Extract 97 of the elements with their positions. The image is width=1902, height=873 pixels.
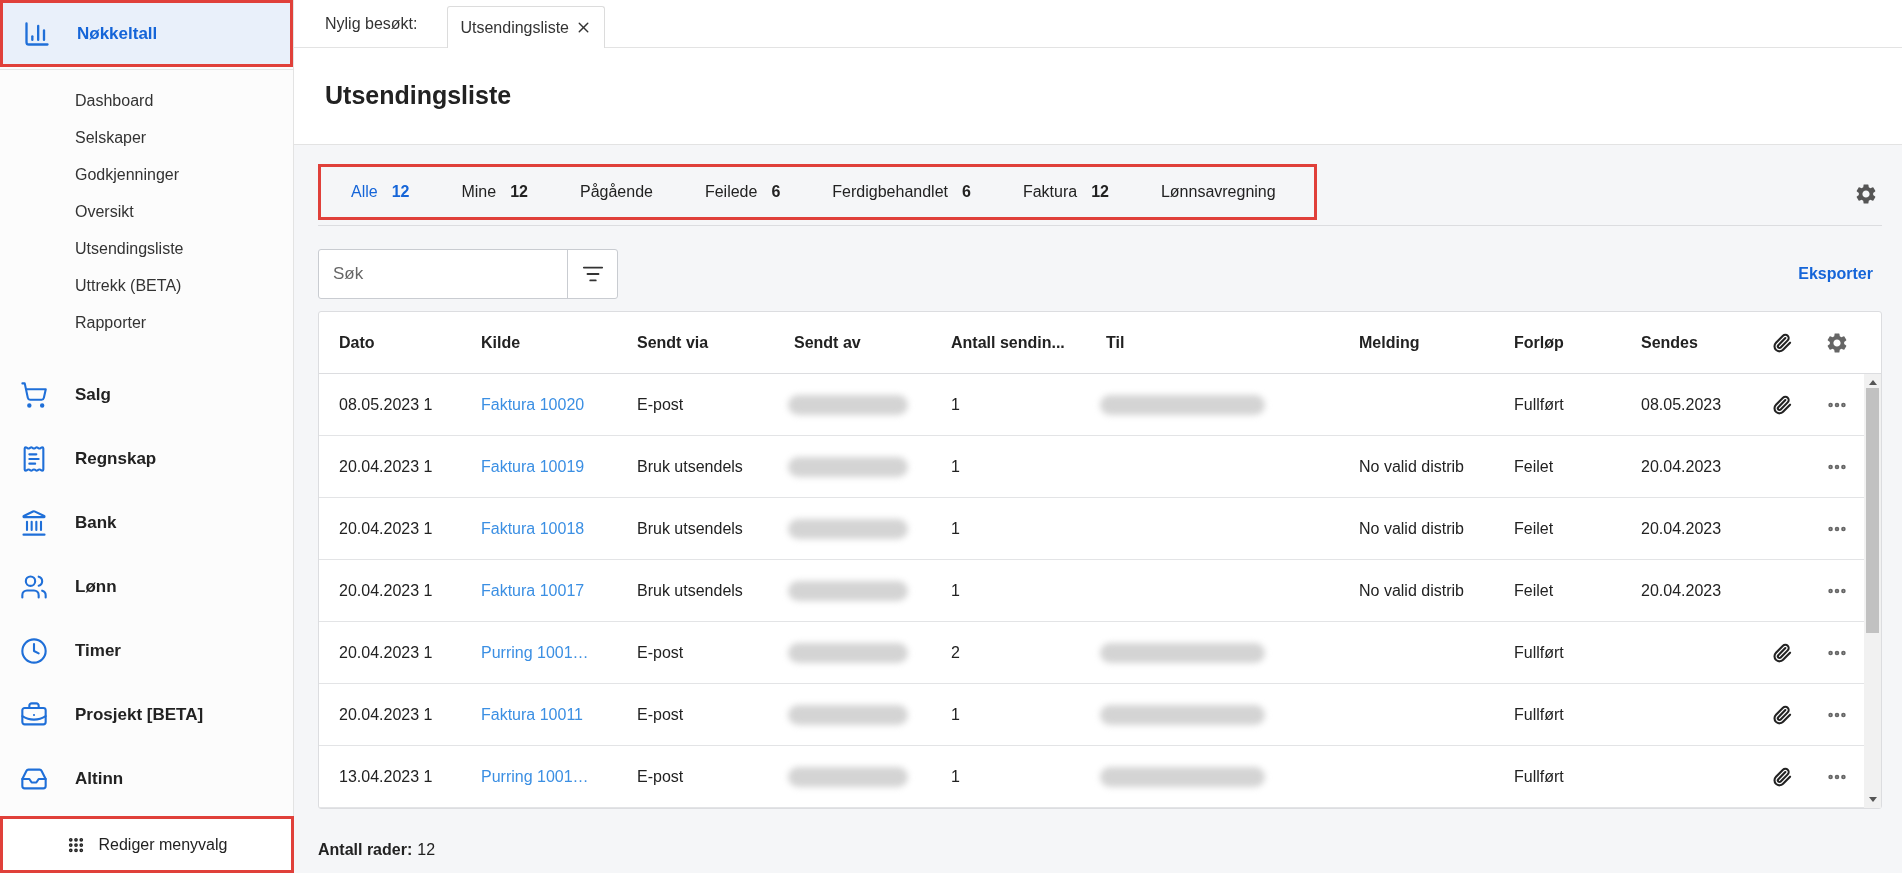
table-cell: Bruk utsendels <box>637 519 743 537</box>
table-cell: Fullført <box>1514 643 1564 661</box>
column-header[interactable]: Til <box>1106 333 1125 351</box>
sidebar-item[interactable]: Nøkkeltall <box>0 0 293 67</box>
recent-label: Nylig besøkt: <box>325 13 418 34</box>
table-cell: Feilet <box>1514 457 1554 475</box>
table-cell: Bruk utsendels <box>637 457 743 475</box>
sidebar-item[interactable]: Timer <box>0 635 121 666</box>
table-cell: 1 <box>951 519 960 537</box>
column-header[interactable]: Kilde <box>481 333 521 351</box>
table-cell: E-post <box>637 705 684 723</box>
sidebar-subitem[interactable]: Selskaper <box>75 126 147 149</box>
table-cell: Fullført <box>1514 395 1564 413</box>
sidebar-item[interactable]: Salg <box>0 379 111 410</box>
filter-tab[interactable]: Pågående <box>579 171 653 212</box>
table-cell: Bruk utsendels <box>637 581 743 599</box>
table-row[interactable]: 20.04.2023 1 Faktura 10011 E-post 1 Fullført <box>319 684 1864 746</box>
table-cell: 1 <box>951 705 960 723</box>
column-header[interactable]: Dato <box>339 333 375 351</box>
paperclip-icon[interactable] <box>1771 704 1792 725</box>
column-header[interactable]: Sendes <box>1641 333 1698 351</box>
clock-icon <box>20 636 48 665</box>
table-cell: 1 <box>951 395 960 413</box>
recent-tab[interactable]: Utsendingsliste <box>447 6 605 48</box>
sidebar-subitem[interactable]: Rapporter <box>75 311 147 334</box>
table-row[interactable]: 20.04.2023 1 Faktura 10018 Bruk utsendels 1 No valid distrib Feilet 20.04.2023 <box>319 498 1864 560</box>
paperclip-icon[interactable] <box>1771 766 1792 787</box>
table-cell: Feilet <box>1514 581 1554 599</box>
sidebar-subitem[interactable]: Utsendingsliste <box>75 237 184 260</box>
search-field[interactable]: Søk <box>319 250 567 298</box>
paperclip-icon <box>1771 332 1792 353</box>
table-row[interactable]: 20.04.2023 1 Faktura 10019 Bruk utsendels 1 No valid distrib Feilet 20.04.2023 <box>319 436 1864 498</box>
table-cell: Fullført <box>1514 767 1564 785</box>
people-icon <box>20 572 48 601</box>
search-bar[interactable]: Søk <box>318 249 618 299</box>
table-cell: 20.04.2023 <box>1641 581 1722 599</box>
filter-tab[interactable]: Ferdigbehandlet 6 <box>832 171 971 212</box>
paperclip-icon[interactable] <box>1771 394 1792 415</box>
sidebar-item[interactable]: Bank <box>0 507 117 538</box>
table-cell: 1 <box>951 581 960 599</box>
row-count-label: Antall rader: <box>318 840 413 860</box>
table-row[interactable]: 20.04.2023 1 Purring 1001… E-post 2 Fullført <box>319 622 1864 684</box>
column-header[interactable]: Forløp <box>1514 333 1564 351</box>
bank-icon <box>20 508 48 537</box>
table-cell: No valid distrib <box>1359 519 1464 537</box>
scroll-up-icon[interactable] <box>1868 380 1877 385</box>
page-title: Utsendingsliste <box>325 80 512 112</box>
table-cell: E-post <box>637 767 684 785</box>
column-header[interactable]: Melding <box>1359 333 1420 351</box>
table-row[interactable]: 20.04.2023 1 Faktura 10017 Bruk utsendels 1 No valid distrib Feilet 20.04.2023 <box>319 560 1864 622</box>
table-cell: 20.04.2023 1 <box>339 581 433 599</box>
column-header[interactable]: Sendt via <box>637 333 709 351</box>
column-header[interactable]: Sendt av <box>794 333 861 351</box>
table-cell: 20.04.2023 1 <box>339 705 433 723</box>
table-cell: Feilet <box>1514 519 1554 537</box>
filter-tab[interactable]: Alle 12 <box>351 171 410 212</box>
filter-tab[interactable]: Faktura 12 <box>1022 171 1109 212</box>
sidebar-subitem[interactable]: Dashboard <box>75 89 154 112</box>
table-cell: 08.05.2023 <box>1641 395 1722 413</box>
table-cell: No valid distrib <box>1359 581 1464 599</box>
table-cell: No valid distrib <box>1359 457 1464 475</box>
filter-tab[interactable]: Lønnsavregning <box>1160 171 1276 212</box>
chart-icon <box>23 19 51 48</box>
table-cell: 20.04.2023 1 <box>339 519 433 537</box>
table-cell: 20.04.2023 1 <box>339 457 433 475</box>
table-cell: Fullført <box>1514 705 1564 723</box>
table-row[interactable]: 08.05.2023 1 Faktura 10020 E-post 1 Fullført 08.05.2023 <box>319 374 1864 436</box>
filter-tab[interactable]: Mine 12 <box>461 171 528 212</box>
table-cell: 13.04.2023 1 <box>339 767 433 785</box>
settings-icon[interactable] <box>1854 182 1878 206</box>
sidebar-subitem[interactable]: Uttrekk (BETA) <box>75 274 182 297</box>
table-cell: 20.04.2023 <box>1641 519 1722 537</box>
grid-icon <box>66 835 85 854</box>
paperclip-icon[interactable] <box>1771 642 1792 663</box>
scrollbar[interactable] <box>1864 374 1881 808</box>
sidebar-subitem[interactable]: Godkjenninger <box>75 163 180 186</box>
edit-menu-button[interactable]: Rediger menyvalg <box>0 816 294 873</box>
table-cell: 20.04.2023 <box>1641 457 1722 475</box>
sidebar-subitem[interactable]: Oversikt <box>75 200 134 223</box>
column-header[interactable]: Antall sendin... <box>951 333 1065 351</box>
cart-icon <box>20 380 48 409</box>
table-cell: 20.04.2023 1 <box>339 643 433 661</box>
table-cell: 2 <box>951 643 960 661</box>
sidebar-item[interactable]: Lønn <box>0 571 117 602</box>
scroll-down-icon[interactable] <box>1868 797 1877 802</box>
sidebar-item[interactable]: Prosjekt [BETA] <box>0 699 204 730</box>
table-cell: 1 <box>951 457 960 475</box>
row-count: 12 <box>417 840 436 860</box>
export-link[interactable]: Eksporter <box>1798 262 1873 286</box>
filter-tab[interactable]: Feilede 6 <box>704 171 781 212</box>
table-cell: E-post <box>637 643 684 661</box>
table-row[interactable]: 13.04.2023 1 Purring 1001… E-post 1 Fullført <box>319 746 1864 808</box>
sidebar-item[interactable]: Altinn <box>0 763 124 794</box>
table-cell: 1 <box>951 767 960 785</box>
table-cell: E-post <box>637 395 684 413</box>
sidebar-item[interactable]: Regnskap <box>0 443 157 474</box>
table-cell: 08.05.2023 1 <box>339 395 433 413</box>
